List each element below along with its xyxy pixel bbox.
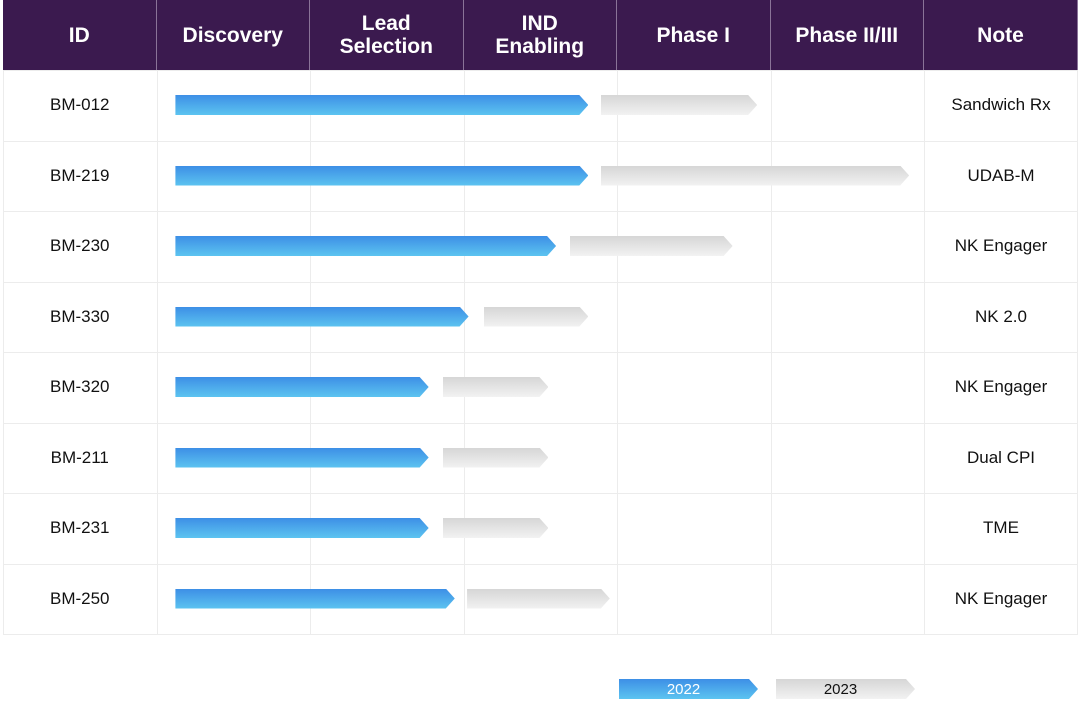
bar-2022 <box>175 236 556 256</box>
row-note: NK Engager <box>954 377 1048 396</box>
row-note: Sandwich Rx <box>951 95 1051 114</box>
row-id: BM-320 <box>49 377 110 396</box>
row-note: UDAB-M <box>967 165 1035 185</box>
column-header: ID <box>3 0 157 70</box>
legend-item-2023: 2023 <box>776 679 915 699</box>
bar-2023 <box>443 377 549 397</box>
bar-2023 <box>443 448 549 468</box>
row-id: BM-330 <box>49 306 110 326</box>
column-header: Discovery <box>156 0 310 70</box>
row-id: BM-250 <box>49 588 110 608</box>
row-id: BM-012 <box>49 95 110 114</box>
row-note: NK Engager <box>954 588 1048 608</box>
row-divider <box>3 422 1078 424</box>
bar-2022 <box>175 166 588 186</box>
bar-2022 <box>175 448 428 468</box>
row-note: NK 2.0 <box>975 306 1027 326</box>
column-header: Phase I <box>617 0 771 70</box>
row-note: Dual CPI <box>966 447 1036 467</box>
column-header: Phase II/III <box>770 0 924 70</box>
bar-2023 <box>484 307 588 327</box>
pipeline-chart: ID Discovery Lead Selection IND Enabling Pha… <box>3 0 1078 635</box>
row-divider <box>3 634 1078 635</box>
row-divider <box>3 493 1078 494</box>
row-divider <box>3 563 1078 565</box>
row-divider <box>3 70 1078 71</box>
column-header: Note <box>924 0 1078 70</box>
bar-2023 <box>601 166 910 186</box>
row-divider <box>3 281 1078 283</box>
bar-2022 <box>175 589 454 609</box>
column-header: IND Enabling <box>463 0 617 70</box>
bar-2023 <box>467 589 610 609</box>
row-id: BM-211 <box>50 447 109 467</box>
row-id: BM-230 <box>49 236 110 255</box>
row-divider <box>3 140 1078 142</box>
row-note: NK Engager <box>954 236 1048 255</box>
bar-2022 <box>175 518 428 538</box>
legend-item-2022: 2022 <box>619 679 758 699</box>
row-id: BM-231 <box>49 518 110 537</box>
bar-2023 <box>570 236 733 256</box>
row-divider <box>3 211 1078 212</box>
row-id: BM-219 <box>49 165 110 185</box>
bar-2022 <box>175 95 588 115</box>
bar-2023 <box>443 518 549 538</box>
row-divider <box>3 352 1078 353</box>
bar-2022 <box>175 307 468 327</box>
bar-2022 <box>175 377 428 397</box>
bar-2023 <box>601 95 758 115</box>
row-note: TME <box>983 518 1019 537</box>
column-header: Lead Selection <box>310 0 464 70</box>
